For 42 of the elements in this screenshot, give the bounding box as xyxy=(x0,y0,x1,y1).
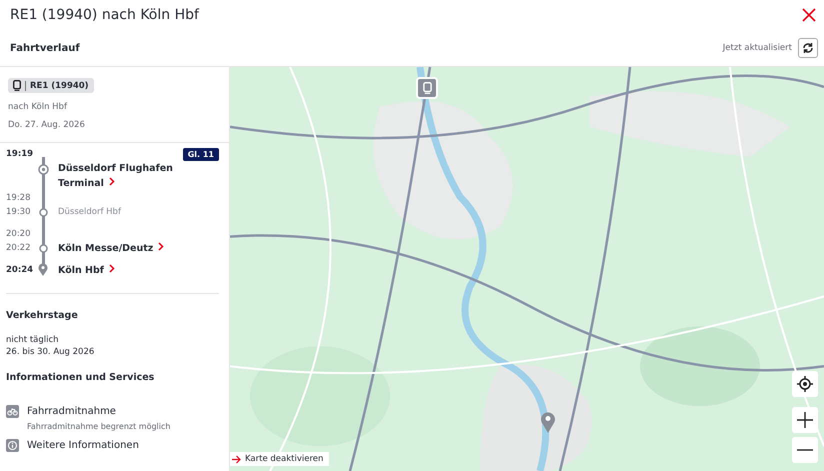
refresh-icon xyxy=(802,42,814,54)
info-icon xyxy=(6,439,19,452)
map-pin-icon xyxy=(540,411,556,433)
stop-time: 19:30 xyxy=(6,206,32,219)
info-link[interactable]: Weitere Informationen xyxy=(27,439,139,453)
stop-name: Düsseldorf Hbf xyxy=(58,206,122,219)
stop-time: 19:19 xyxy=(6,148,34,161)
stop-time: 20:20 xyxy=(6,228,32,241)
plus-icon xyxy=(797,412,813,428)
operating-days-text: 26. bis 30. Aug 2026 xyxy=(6,346,96,358)
section-title: Fahrtverlauf xyxy=(10,42,81,54)
zoom-out-button[interactable] xyxy=(792,437,818,463)
locate-button[interactable] xyxy=(792,371,818,397)
refresh-button[interactable] xyxy=(798,38,818,58)
minus-icon xyxy=(797,449,813,451)
disable-map-link[interactable]: Karte deaktivieren xyxy=(230,452,330,466)
section-heading: Informationen und Services xyxy=(5,371,156,383)
zoom-in-button[interactable] xyxy=(792,407,818,433)
chevron-icon xyxy=(108,264,115,273)
bicycle-icon xyxy=(6,405,19,418)
date-text: Do. 27. Aug. 2026 xyxy=(8,120,86,130)
platform-badge: Gl. 11 xyxy=(182,148,219,161)
locate-icon xyxy=(797,376,813,392)
service-label: Fahrradmitnahme xyxy=(27,405,117,419)
train-badge: RE1 (19940) xyxy=(8,78,94,93)
update-status: Jetzt aktualisiert xyxy=(722,43,792,53)
section-heading: Verkehrstage xyxy=(5,309,79,321)
stop-time: 20:24 xyxy=(6,264,34,277)
direction-text: nach Köln Hbf xyxy=(8,102,68,112)
arrow-icon xyxy=(232,454,241,464)
stop-time: 19:28 xyxy=(6,192,32,205)
train-marker-icon xyxy=(416,77,438,99)
dialog-title: RE1 (19940) nach Köln Hbf xyxy=(10,7,199,23)
chevron-icon xyxy=(108,177,115,186)
service-detail: Fahrradmitnahme begrenzt möglich xyxy=(27,422,170,431)
operating-days-text: nicht täglich xyxy=(6,334,60,346)
stop-time: 20:22 xyxy=(6,242,32,255)
chevron-icon xyxy=(158,242,164,251)
close-icon[interactable] xyxy=(802,8,816,22)
stop-link[interactable]: Düsseldorf Flughafen Terminal xyxy=(58,161,179,191)
stop-link[interactable]: Köln Messe/Deutz xyxy=(58,241,229,256)
stop-link[interactable]: Köln Hbf xyxy=(58,263,229,278)
